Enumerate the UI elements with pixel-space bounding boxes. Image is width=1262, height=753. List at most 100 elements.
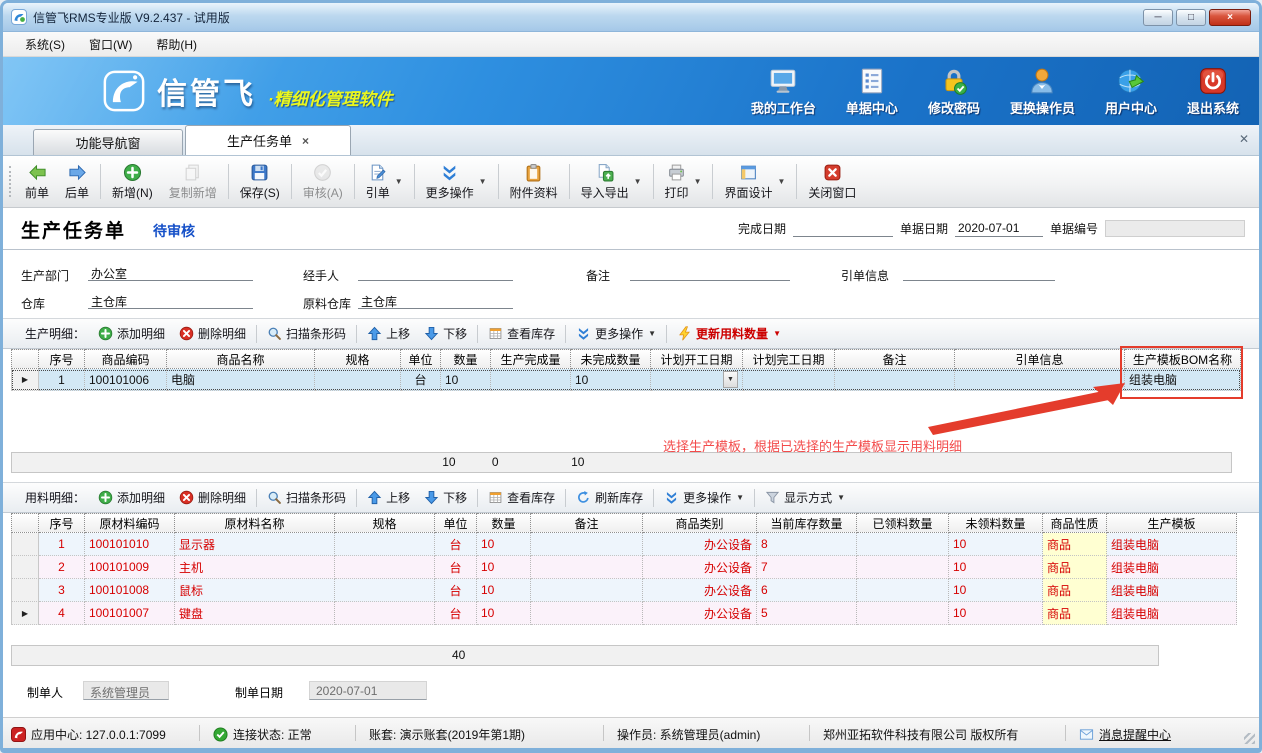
grid-cell[interactable]: 组装电脑 xyxy=(1107,602,1237,625)
table-row[interactable]: ▶4100101007键盘台10办公设备510商品组装电脑 xyxy=(11,602,1237,625)
grid-cell[interactable]: 10 xyxy=(949,556,1043,579)
banner-action[interactable]: 修改密码 xyxy=(928,66,980,117)
grid-cell[interactable] xyxy=(857,579,949,602)
message-center-link[interactable]: 消息提醒中心 xyxy=(1079,726,1171,743)
grid-cell[interactable]: 键盘 xyxy=(175,602,335,625)
grid-cell[interactable]: 组装电脑 xyxy=(1107,533,1237,556)
column-header[interactable]: 生产模板BOM名称 xyxy=(1125,349,1241,369)
column-header[interactable]: 备注 xyxy=(531,513,643,533)
grid-cell[interactable]: 4 xyxy=(39,602,85,625)
column-header[interactable]: 数量 xyxy=(477,513,531,533)
grid-cell[interactable] xyxy=(335,556,435,579)
grid-cell[interactable]: 商品 xyxy=(1043,533,1107,556)
table-row[interactable]: 2100101009主机台10办公设备710商品组装电脑 xyxy=(11,556,1237,579)
bill-date-field[interactable]: 2020-07-01 xyxy=(955,220,1043,237)
grid-cell[interactable]: 办公设备 xyxy=(643,533,757,556)
toolbar-button[interactable]: 更多操作▼ xyxy=(657,486,751,509)
column-header[interactable]: 商品编码 xyxy=(85,349,167,369)
banner-action[interactable]: 用户中心 xyxy=(1105,66,1157,117)
warehouse-field[interactable]: 主仓库 xyxy=(88,292,253,309)
tab-close-icon[interactable]: × xyxy=(302,134,309,148)
toolbar-button[interactable]: 添加明细 xyxy=(91,322,172,345)
handler-field[interactable] xyxy=(358,264,513,281)
column-header[interactable]: 商品类别 xyxy=(643,513,757,533)
toolbar-button[interactable]: 新增(N) xyxy=(104,158,161,205)
column-header[interactable]: 单位 xyxy=(401,349,441,369)
toolbar-button[interactable]: 添加明细 xyxy=(91,486,172,509)
grid-cell[interactable]: 100101010 xyxy=(85,533,175,556)
grid-cell[interactable] xyxy=(835,369,955,391)
grid-cell[interactable] xyxy=(857,556,949,579)
grid-cell[interactable]: 商品 xyxy=(1043,556,1107,579)
tabstrip-close-icon[interactable]: ✕ xyxy=(1239,132,1249,146)
column-header[interactable]: 计划完工日期 xyxy=(743,349,835,369)
grid-cell[interactable]: 显示器 xyxy=(175,533,335,556)
column-header[interactable]: 原材料编码 xyxy=(85,513,175,533)
toolbar-button[interactable]: 更多操作▼ xyxy=(418,158,495,205)
grid-cell[interactable]: 10 xyxy=(477,556,531,579)
toolbar-button[interactable]: 更新用料数量▼ xyxy=(670,322,788,345)
column-header[interactable]: 引单信息 xyxy=(955,349,1125,369)
column-header[interactable]: 原材料名称 xyxy=(175,513,335,533)
column-header[interactable]: 生产模板 xyxy=(1107,513,1237,533)
column-header[interactable]: 生产完成量 xyxy=(491,349,571,369)
grid-cell[interactable]: ▼ xyxy=(651,369,743,391)
grid-cell[interactable] xyxy=(857,602,949,625)
toolbar-button[interactable]: 扫描条形码 xyxy=(260,486,353,509)
column-header[interactable]: 备注 xyxy=(835,349,955,369)
grid-cell[interactable] xyxy=(531,556,643,579)
menu-item[interactable]: 窗口(W) xyxy=(77,33,144,56)
table-row[interactable]: 1100101010显示器台10办公设备810商品组装电脑 xyxy=(11,533,1237,556)
toolbar-button[interactable]: 下移 xyxy=(417,486,474,509)
grid-cell[interactable] xyxy=(315,369,401,391)
toolbar-button[interactable]: 打印▼ xyxy=(657,158,710,205)
grid-cell[interactable]: 台 xyxy=(435,556,477,579)
toolbar-button[interactable]: 界面设计▼ xyxy=(716,158,793,205)
table-row[interactable]: 3100101008鼠标台10办公设备610商品组装电脑 xyxy=(11,579,1237,602)
grid-cell[interactable] xyxy=(531,602,643,625)
grid-cell[interactable]: 组装电脑 xyxy=(1125,369,1241,391)
bill-no-field[interactable] xyxy=(1105,220,1245,237)
grid-cell[interactable]: 电脑 xyxy=(167,369,315,391)
grid-cell[interactable]: 组装电脑 xyxy=(1107,556,1237,579)
grid-cell[interactable]: 6 xyxy=(757,579,857,602)
dept-field[interactable]: 办公室 xyxy=(88,264,253,281)
column-header[interactable]: 当前库存数量 xyxy=(757,513,857,533)
grid-cell[interactable]: 10 xyxy=(949,602,1043,625)
column-header[interactable]: 规格 xyxy=(315,349,401,369)
ref-info-field[interactable] xyxy=(903,264,1055,281)
grid-cell[interactable]: 10 xyxy=(477,602,531,625)
toolbar-button[interactable]: 扫描条形码 xyxy=(260,322,353,345)
tab-active[interactable]: 生产任务单× xyxy=(185,125,351,155)
column-header[interactable]: 计划开工日期 xyxy=(651,349,743,369)
grid-cell[interactable] xyxy=(531,579,643,602)
toolbar-button[interactable]: 下移 xyxy=(417,322,474,345)
toolbar-button[interactable]: 审核(A) xyxy=(295,158,351,205)
grid-cell[interactable] xyxy=(335,533,435,556)
tab-inactive[interactable]: 功能导航窗 xyxy=(33,129,183,155)
banner-action[interactable]: 单据中心 xyxy=(846,66,898,117)
column-header[interactable]: 商品性质 xyxy=(1043,513,1107,533)
toolbar-button[interactable]: 关闭窗口 xyxy=(800,158,864,205)
maximize-button[interactable]: □ xyxy=(1176,9,1206,26)
toolbar-button[interactable]: 上移 xyxy=(360,322,417,345)
grid-cell[interactable]: 1 xyxy=(39,533,85,556)
grid-cell[interactable]: 3 xyxy=(39,579,85,602)
grid-cell[interactable]: 台 xyxy=(401,369,441,391)
toolbar-button[interactable]: 显示方式▼ xyxy=(758,486,852,509)
toolbar-button[interactable]: 后单 xyxy=(57,158,97,205)
grid-cell[interactable]: 台 xyxy=(435,602,477,625)
grid-cell[interactable]: 鼠标 xyxy=(175,579,335,602)
toolbar-button[interactable]: 刷新库存 xyxy=(569,486,650,509)
grid-cell[interactable] xyxy=(491,369,571,391)
grid-cell[interactable]: 台 xyxy=(435,579,477,602)
column-header[interactable]: 单位 xyxy=(435,513,477,533)
grid-cell[interactable]: 商品 xyxy=(1043,579,1107,602)
resize-grip[interactable] xyxy=(1244,733,1255,744)
banner-action[interactable]: 退出系统 xyxy=(1187,66,1239,117)
grid-cell[interactable]: 10 xyxy=(477,579,531,602)
grid-cell[interactable]: 办公设备 xyxy=(643,579,757,602)
remark-field[interactable] xyxy=(630,264,790,281)
minimize-button[interactable]: ─ xyxy=(1143,9,1173,26)
grid-cell[interactable]: 100101009 xyxy=(85,556,175,579)
